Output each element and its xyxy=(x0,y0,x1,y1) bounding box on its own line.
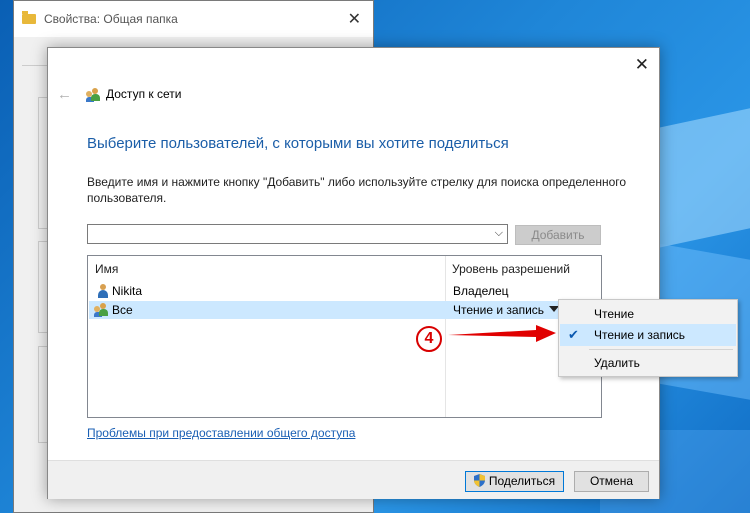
network-access-dialog: ✕ ← Доступ к сети Выберите пользователей… xyxy=(47,47,660,499)
menu-item-read[interactable]: Чтение xyxy=(560,303,736,325)
step-number-badge: 4 xyxy=(416,326,442,352)
user-name-combobox[interactable]: ⌵ xyxy=(87,224,508,244)
users-group-icon xyxy=(86,88,100,102)
user-name: Все xyxy=(112,303,133,317)
menu-separator xyxy=(589,349,733,350)
annotation-arrow-icon xyxy=(448,325,556,342)
menu-item-remove[interactable]: Удалить xyxy=(560,352,736,374)
menu-item-read-write[interactable]: ✔ Чтение и запись xyxy=(560,324,736,346)
column-header-name[interactable]: Имя xyxy=(95,262,118,276)
list-item[interactable]: Все Чтение и запись xyxy=(89,301,600,319)
uac-shield-icon xyxy=(473,474,485,487)
column-header-permission[interactable]: Уровень разрешений xyxy=(452,262,570,276)
menu-item-label: Чтение и запись xyxy=(594,328,686,342)
permission-dropdown[interactable]: Чтение и запись xyxy=(453,303,544,317)
share-button[interactable]: Поделиться xyxy=(465,471,564,492)
user-name: Nikita xyxy=(112,284,143,298)
folder-icon xyxy=(22,11,36,24)
cancel-button[interactable]: Отмена xyxy=(574,471,649,492)
share-button-label: Поделиться xyxy=(488,474,556,488)
add-button[interactable]: Добавить xyxy=(515,225,601,245)
instruction-text: Введите имя и нажмите кнопку "Добавить" … xyxy=(87,175,627,205)
users-group-icon xyxy=(94,303,108,317)
back-arrow-icon[interactable]: ← xyxy=(57,86,72,103)
chevron-down-icon[interactable]: ⌵ xyxy=(495,227,503,240)
list-item[interactable]: Nikita Владелец xyxy=(89,282,600,300)
close-icon[interactable]: ✕ xyxy=(635,56,649,73)
close-icon[interactable]: ✕ xyxy=(348,9,361,29)
sharing-troubleshoot-link[interactable]: Проблемы при предоставлении общего досту… xyxy=(87,426,355,440)
checkmark-icon: ✔ xyxy=(568,327,579,342)
permission-level: Владелец xyxy=(453,284,509,298)
page-heading: Выберите пользователей, с которыми вы хо… xyxy=(87,135,509,152)
properties-title-bar: Свойства: Общая папка ✕ xyxy=(14,1,373,37)
column-divider xyxy=(445,256,446,417)
menu-item-label: Чтение xyxy=(594,307,635,321)
permission-context-menu: Чтение ✔ Чтение и запись Удалить xyxy=(558,299,738,377)
dialog-footer: Поделиться Отмена xyxy=(48,460,659,499)
menu-item-label: Удалить xyxy=(594,356,640,370)
properties-window-title: Свойства: Общая папка xyxy=(44,12,178,26)
dialog-title: Доступ к сети xyxy=(106,87,182,101)
user-icon xyxy=(97,284,109,298)
